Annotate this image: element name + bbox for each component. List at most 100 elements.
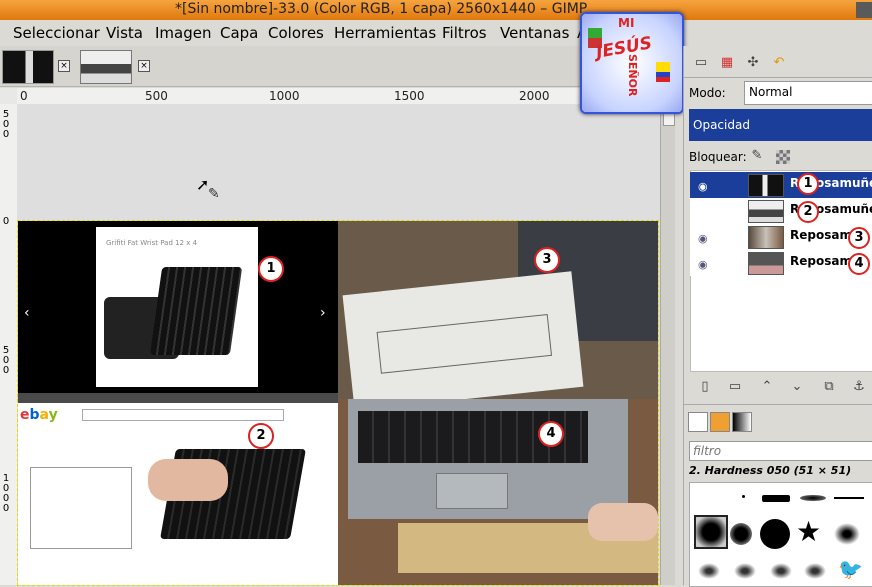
layer-row[interactable]: ◉ Reposamu 3: [690, 224, 872, 250]
layer-thumbnail: [748, 174, 784, 197]
layers-dock: ▭ ▦ ✣ ↶ Modo: Normal Opacidad Bloquear: …: [683, 46, 872, 587]
duplicate-layer-icon[interactable]: ⧉: [820, 378, 838, 396]
ruler-tick: 1000: [269, 89, 300, 103]
brushes-tab-icon[interactable]: [688, 412, 708, 432]
brush-item[interactable]: [734, 563, 756, 579]
ebay-logo: ebay: [20, 407, 58, 423]
logo-text-top: MI: [618, 16, 635, 30]
channels-tab-icon[interactable]: ▦: [718, 54, 736, 72]
new-layer-icon[interactable]: ▯: [696, 378, 714, 396]
carousel-right-arrow: ›: [320, 305, 326, 321]
eye-icon[interactable]: ◉: [698, 232, 708, 245]
menu-imagen[interactable]: Imagen: [155, 24, 211, 42]
logo-text-side: SEÑOR: [626, 54, 639, 97]
selected-brush[interactable]: [694, 515, 728, 549]
brush-item[interactable]: [742, 495, 745, 498]
ruler-tick: 2000: [519, 89, 550, 103]
layer-badge: 1: [797, 173, 819, 195]
new-layer-group-icon[interactable]: ▭: [726, 378, 744, 396]
layer-badge: 2: [797, 201, 819, 223]
ruler-tick: 1000: [2, 473, 10, 514]
eye-icon[interactable]: ◉: [698, 258, 708, 271]
brush-item[interactable]: [760, 519, 790, 549]
typing-hands: [148, 459, 228, 501]
vertical-ruler[interactable]: 500 0 500 1000: [0, 104, 18, 585]
sketch-paper: [342, 271, 584, 399]
star-brush-icon[interactable]: ★: [796, 517, 821, 547]
close-icon[interactable]: ×: [58, 60, 70, 72]
gradients-tab-icon[interactable]: [732, 412, 752, 432]
product-title: Grifiti Fat Wrist Pad 12 x 4: [106, 239, 198, 247]
paths-tab-icon[interactable]: ✣: [744, 54, 762, 72]
ruler-tick: 500: [2, 345, 10, 376]
image-tab-2[interactable]: [80, 50, 132, 84]
layer-badge: 4: [848, 253, 870, 275]
opacity-slider[interactable]: Opacidad: [689, 109, 872, 141]
lock-pixels-icon[interactable]: ✎: [748, 147, 766, 165]
brush-item[interactable]: [730, 523, 752, 545]
brush-name: 2. Hardness 050 (51 × 51): [689, 464, 852, 477]
brush-item[interactable]: [834, 523, 860, 545]
layer-badge: 3: [848, 227, 870, 249]
patterns-tab-icon[interactable]: [710, 412, 730, 432]
ruler-corner[interactable]: [0, 88, 17, 105]
layer-thumbnail: [748, 252, 784, 275]
laptop-body: [348, 399, 628, 519]
menu-ventanas[interactable]: Ventanas: [500, 24, 569, 42]
opacity-label: Opacidad: [693, 118, 750, 132]
product-photo: Grifiti Fat Wrist Pad 12 x 4: [96, 227, 258, 387]
menu-seleccionar[interactable]: Seleccionar: [13, 24, 100, 42]
browser-tabstrip: [18, 393, 338, 403]
menu-herramientas[interactable]: Herramientas: [334, 24, 436, 42]
lower-layer-icon[interactable]: ⌄: [788, 378, 806, 396]
layer-row[interactable]: ◉ Reposamu 4: [690, 250, 872, 276]
menu-filtros[interactable]: Filtros: [442, 24, 487, 42]
window-title: *[Sin nombre]-33.0 (Color RGB, 1 capa) 2…: [175, 1, 588, 17]
menu-capa[interactable]: Capa: [220, 24, 258, 42]
image-canvas[interactable]: Grifiti Fat Wrist Pad 12 x 4 ‹ › 1 3 eba…: [17, 220, 659, 586]
image-tabs: × ×: [0, 46, 680, 87]
carousel-left-arrow: ‹: [24, 305, 30, 321]
canvas-badge-4: 4: [538, 421, 564, 447]
layer-thumbnail: [748, 200, 784, 223]
ruler-tick: 1500: [394, 89, 425, 103]
brush-grid[interactable]: ★ 🐦: [689, 482, 872, 587]
brush-filter-input[interactable]: [689, 441, 872, 461]
eye-icon[interactable]: ◉: [698, 180, 708, 193]
brush-item[interactable]: [770, 563, 792, 579]
brush-item[interactable]: [762, 495, 790, 502]
mode-select[interactable]: Normal: [744, 81, 872, 105]
sketch-outline: [376, 314, 553, 374]
mode-label: Modo:: [689, 86, 726, 100]
anchor-layer-icon[interactable]: ⚓: [850, 378, 868, 396]
layer-thumbnail: [748, 226, 784, 249]
lock-label: Bloquear:: [689, 150, 747, 164]
hand: [588, 503, 658, 541]
photo-quadrant-2: ebay 2: [18, 393, 338, 585]
ruler-tick: 0: [20, 89, 28, 103]
window-title-bar: *[Sin nombre]-33.0 (Color RGB, 1 capa) 2…: [0, 0, 872, 20]
layers-tab-icon[interactable]: ▭: [692, 54, 710, 72]
layer-row[interactable]: Reposamuñeca 2: [690, 198, 872, 224]
photo-quadrant-1: Grifiti Fat Wrist Pad 12 x 4 ‹ › 1: [18, 221, 338, 393]
undo-history-tab-icon[interactable]: ↶: [770, 54, 788, 72]
keyboard: [149, 267, 243, 355]
product-image: [30, 467, 132, 549]
bird-brush-icon[interactable]: 🐦: [838, 557, 863, 581]
layer-row[interactable]: ◉ Reposamuñeca 1: [690, 172, 872, 198]
window-close-button[interactable]: [856, 2, 872, 18]
close-icon[interactable]: ×: [138, 60, 150, 72]
brush-item[interactable]: [834, 497, 864, 499]
image-tab-1[interactable]: [2, 50, 54, 84]
canvas-badge-2: 2: [248, 423, 274, 449]
brush-item[interactable]: [800, 495, 826, 501]
brush-item[interactable]: [804, 563, 826, 579]
raise-layer-icon[interactable]: ⌃: [758, 378, 776, 396]
menu-colores[interactable]: Colores: [268, 24, 324, 42]
menu-vista[interactable]: Vista: [106, 24, 143, 42]
brush-item[interactable]: [698, 563, 720, 579]
horizontal-ruler[interactable]: 0 500 1000 1500 2000: [17, 88, 660, 105]
lock-alpha-icon[interactable]: [776, 150, 790, 164]
vertical-scrollbar[interactable]: [660, 104, 675, 585]
ruler-tick: 500: [145, 89, 168, 103]
